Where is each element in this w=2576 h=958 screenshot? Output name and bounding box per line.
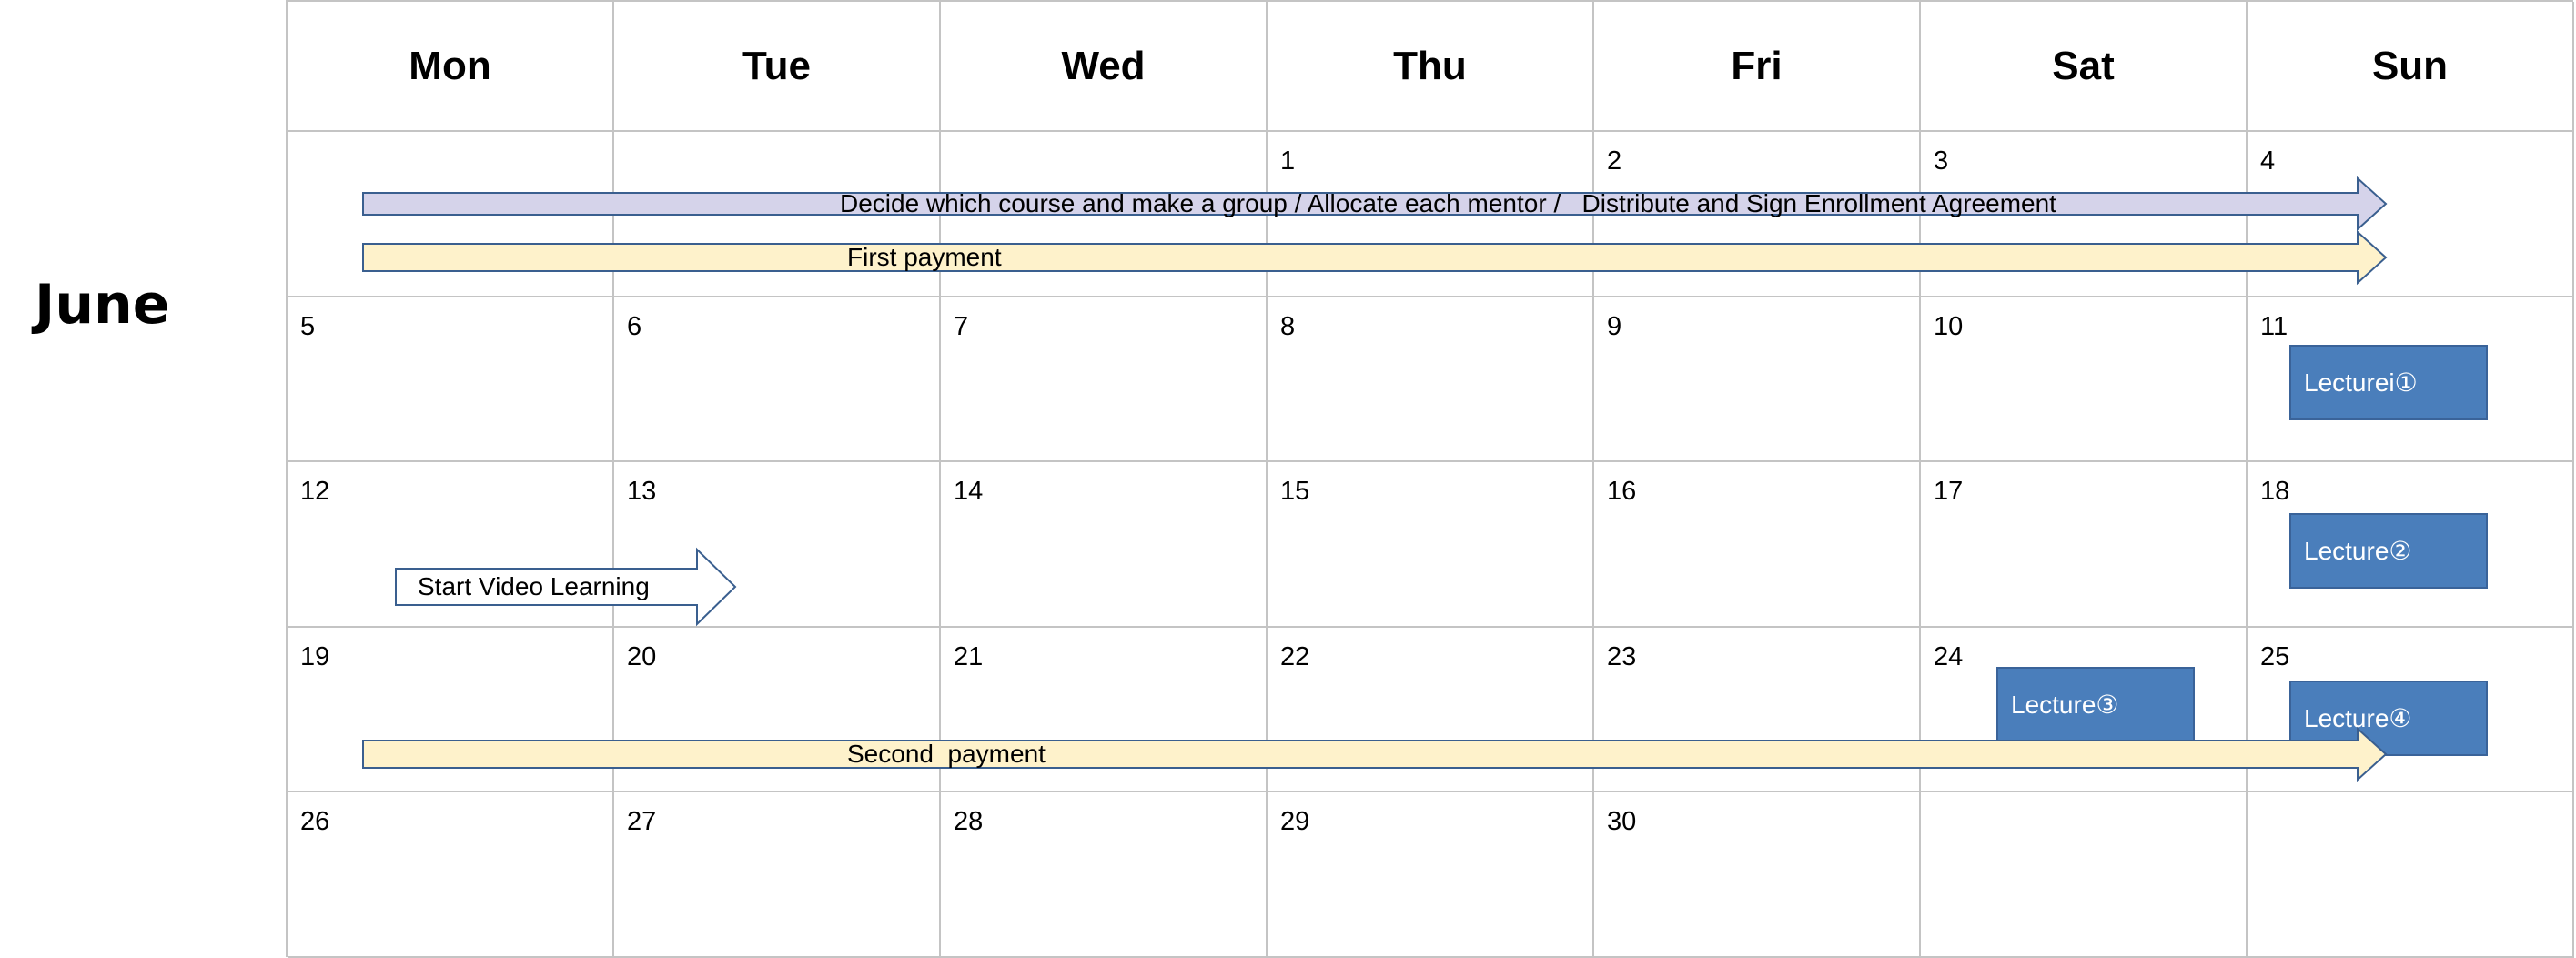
day-number: 22 xyxy=(1280,641,1310,671)
day-number: 17 xyxy=(1934,477,1964,506)
day-number: 14 xyxy=(954,477,984,506)
day-number: 5 xyxy=(300,311,316,341)
day-number: 26 xyxy=(300,807,330,836)
day-number: 8 xyxy=(1280,311,1296,341)
day-number: 20 xyxy=(627,641,657,671)
calendar-grid: Mon Tue Wed Thu Fri Sat Sun 1 2 3 4 5 6 7 8 9 10 11 12 13 14… xyxy=(286,0,2574,958)
day-cell[interactable]: 27 xyxy=(614,792,941,958)
day-cell[interactable]: 5 xyxy=(288,297,614,462)
weekday-header: Sat xyxy=(1921,2,2248,132)
day-number: 27 xyxy=(627,807,657,836)
arrow-right-icon xyxy=(362,726,2388,782)
event-label-enrollment: Decide which course and make a group / A… xyxy=(840,189,2056,217)
day-cell[interactable] xyxy=(2248,792,2574,958)
day-cell[interactable]: 16 xyxy=(1594,462,1921,628)
day-number: 11 xyxy=(2260,311,2288,341)
day-cell[interactable]: 28 xyxy=(941,792,1268,958)
month-title: June xyxy=(35,273,170,337)
day-number: 10 xyxy=(1934,311,1964,341)
day-number: 24 xyxy=(1934,641,1964,671)
lecture-2-box[interactable]: Lecture② xyxy=(2289,513,2488,589)
day-cell[interactable] xyxy=(1921,792,2248,958)
day-number: 12 xyxy=(300,477,330,506)
day-number: 25 xyxy=(2260,641,2290,671)
weekday-header: Fri xyxy=(1594,2,1921,132)
day-number: 29 xyxy=(1280,807,1310,836)
day-cell[interactable]: 6 xyxy=(614,297,941,462)
day-cell[interactable]: 9 xyxy=(1594,297,1921,462)
day-number: 15 xyxy=(1280,477,1310,506)
weekday-header: Tue xyxy=(614,2,941,132)
day-number: 21 xyxy=(954,641,984,671)
day-number: 3 xyxy=(1934,146,1949,176)
day-number: 13 xyxy=(627,477,657,506)
day-number: 6 xyxy=(627,311,642,341)
arrow-right-icon xyxy=(362,229,2388,286)
day-number: 28 xyxy=(954,807,984,836)
day-number: 16 xyxy=(1607,477,1637,506)
day-number: 7 xyxy=(954,311,969,341)
day-number: 9 xyxy=(1607,311,1622,341)
day-cell[interactable]: 17 xyxy=(1921,462,2248,628)
day-number: 1 xyxy=(1280,146,1296,176)
event-label-second-payment: Second payment xyxy=(847,740,1046,768)
event-label-start-video: Start Video Learning xyxy=(418,572,650,600)
day-number: 19 xyxy=(300,641,330,671)
day-number: 4 xyxy=(2260,146,2276,176)
day-number: 18 xyxy=(2260,477,2290,506)
day-cell[interactable]: 15 xyxy=(1268,462,1594,628)
day-number: 23 xyxy=(1607,641,1637,671)
weekday-header: Thu xyxy=(1268,2,1594,132)
day-cell[interactable]: 10 xyxy=(1921,297,2248,462)
day-cell[interactable]: 26 xyxy=(288,792,614,958)
day-cell[interactable]: 7 xyxy=(941,297,1268,462)
lecture-1-box[interactable]: Lecturei① xyxy=(2289,345,2488,420)
day-cell[interactable]: 14 xyxy=(941,462,1268,628)
day-number: 30 xyxy=(1607,807,1637,836)
weekday-header: Sun xyxy=(2248,2,2574,132)
day-cell[interactable]: 29 xyxy=(1268,792,1594,958)
event-arrow-first-payment[interactable]: First payment xyxy=(362,229,2388,286)
event-arrow-enrollment[interactable]: Decide which course and make a group / A… xyxy=(362,176,2388,232)
event-arrow-second-payment[interactable]: Second payment xyxy=(362,726,2388,782)
event-label-first-payment: First payment xyxy=(847,243,1002,271)
day-cell[interactable]: 30 xyxy=(1594,792,1921,958)
weekday-header: Wed xyxy=(941,2,1268,132)
day-number: 2 xyxy=(1607,146,1622,176)
weekday-header: Mon xyxy=(288,2,614,132)
day-cell[interactable]: 8 xyxy=(1268,297,1594,462)
event-arrow-start-video[interactable]: Start Video Learning xyxy=(395,547,737,627)
